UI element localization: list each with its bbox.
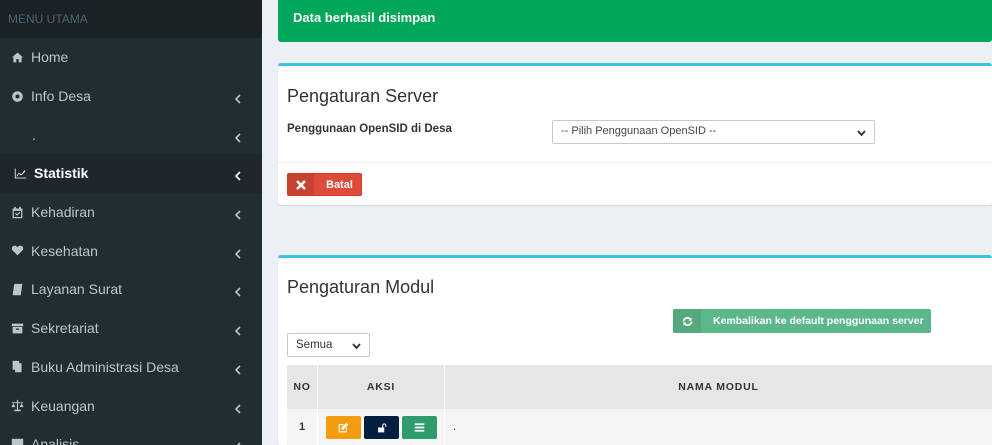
sidebar-item-sekretariat[interactable]: Sekretariat [0, 309, 262, 348]
sidebar-item-label: Keuangan [31, 397, 95, 414]
check-square-icon [10, 437, 24, 445]
edit-icon [338, 422, 349, 432]
sidebar-item-label: Statistik [34, 165, 89, 182]
balance-scale-icon [10, 399, 24, 413]
column-header-aksi: AKSI [318, 365, 445, 409]
chart-icon [13, 166, 27, 180]
row-actions [318, 409, 445, 445]
home-icon [10, 50, 24, 64]
sidebar-item-unnamed[interactable]: . [0, 115, 262, 154]
sidebar-item-label: Kehadiran [31, 204, 95, 221]
sidebar-item-label: Layanan Surat [31, 281, 123, 298]
file-copy-icon [10, 360, 24, 374]
server-settings-box: Pengaturan Server Penggunaan OpenSID di … [278, 63, 992, 205]
sidebar-item-label: Info Desa [31, 88, 91, 105]
column-header-nama-modul: NAMA MODUL [678, 381, 759, 393]
sidebar-item-buku-administrasi-desa[interactable]: Buku Administrasi Desa [0, 348, 262, 387]
module-settings-title: Pengaturan Modul [287, 277, 435, 297]
sidebar-item-label: Analisis [31, 436, 80, 445]
list-button[interactable] [402, 415, 437, 439]
sidebar-item-analisis[interactable]: Analisis [0, 425, 262, 445]
book-icon [10, 282, 24, 296]
refresh-icon [673, 309, 701, 333]
chevron-left-icon [234, 91, 242, 104]
reset-default-button[interactable]: Kembalikan ke default penggunaan server [673, 309, 931, 333]
sidebar-item-kesehatan[interactable]: Kesehatan [0, 231, 262, 270]
module-table: NO AKSI NAMA MODUL 1 . [287, 365, 992, 445]
main-content: Data berhasil disimpan Pengaturan Server… [262, 0, 992, 445]
calendar-check-icon [10, 205, 24, 219]
sidebar-item-label: . [32, 126, 36, 143]
unlock-button[interactable] [364, 415, 399, 439]
chevron-down-icon [857, 128, 866, 137]
box-divider [278, 162, 992, 163]
module-name: . [453, 421, 457, 433]
chevron-left-icon [234, 246, 242, 259]
edit-button[interactable] [326, 415, 361, 439]
opensid-usage-select[interactable]: -- Pilih Penggunaan OpenSID -- [552, 120, 875, 144]
sidebar-item-info-desa[interactable]: Info Desa [0, 77, 262, 116]
sidebar-item-keuangan[interactable]: Keuangan [0, 386, 262, 425]
chevron-down-icon [352, 341, 361, 350]
chevron-left-icon [234, 401, 242, 414]
cancel-button-label: Batal [326, 178, 353, 191]
reset-default-label: Kembalikan ke default penggunaan server [713, 315, 924, 327]
module-filter-select[interactable]: Semua [287, 333, 370, 357]
sidebar-item-label: Kesehatan [31, 242, 98, 259]
table-row: 1 . [287, 409, 992, 445]
sidebar-item-kehadiran[interactable]: Kehadiran [0, 193, 262, 232]
unlock-icon [378, 422, 387, 432]
chevron-left-icon [234, 362, 242, 375]
archive-icon [10, 321, 24, 335]
module-filter-value: Semua [296, 339, 333, 351]
close-icon [288, 174, 314, 195]
chevron-left-icon [234, 439, 242, 445]
chevron-left-icon [234, 130, 242, 143]
chevron-left-icon [234, 168, 242, 181]
cancel-button[interactable]: Batal [287, 173, 362, 196]
column-header-no: NO [287, 365, 318, 409]
sidebar-item-statistik[interactable]: Statistik [0, 154, 262, 193]
sidebar-item-label: Sekretariat [31, 320, 99, 337]
table-header: NO AKSI NAMA MODUL [287, 365, 992, 409]
success-alert: Data berhasil disimpan [278, 0, 992, 42]
sidebar: MENU UTAMA Home Info Desa . Statistik Ke… [0, 0, 262, 445]
sidebar-item-label: Home [31, 49, 69, 66]
sidebar-header: MENU UTAMA [0, 0, 262, 38]
chevron-left-icon [234, 284, 242, 298]
opensid-usage-label: Penggunaan OpenSID di Desa [287, 123, 452, 135]
row-number: 1 [287, 409, 318, 445]
sidebar-item-home[interactable]: Home [0, 38, 262, 77]
opensid-usage-select-value: -- Pilih Penggunaan OpenSID -- [561, 125, 717, 137]
server-settings-title: Pengaturan Server [287, 86, 439, 106]
sidebar-item-label: Buku Administrasi Desa [31, 358, 179, 375]
chevron-left-icon [234, 323, 242, 336]
chevron-left-icon [234, 207, 242, 220]
list-icon [414, 422, 425, 432]
heartbeat-icon [10, 244, 24, 258]
info-desa-icon [10, 89, 24, 103]
module-settings-box: Pengaturan Modul Kembalikan ke default p… [278, 255, 992, 445]
sidebar-item-layanan-surat[interactable]: Layanan Surat [0, 270, 262, 309]
